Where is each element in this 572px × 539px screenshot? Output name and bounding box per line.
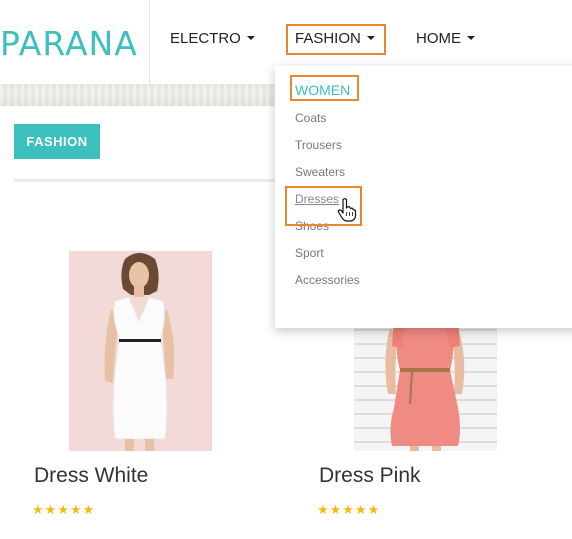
- rating-stars-icon: ★★★★★: [317, 502, 381, 517]
- section-badge: FASHION: [14, 124, 100, 159]
- caret-down-icon: [467, 36, 475, 41]
- highlight-box-women: [290, 75, 359, 101]
- dress-white-illustration: [69, 251, 212, 451]
- highlight-box-fashion: [286, 24, 386, 55]
- nav-electro-label: ELECTRO: [170, 30, 241, 47]
- caret-down-icon: [246, 36, 255, 41]
- site-logo[interactable]: PARANA: [0, 24, 138, 63]
- nav-home-label: HOME: [416, 30, 461, 47]
- fashion-dropdown-menu: WOMEN Coats Trousers Sweaters Dresses Sh…: [275, 66, 572, 328]
- dropdown-item-sport[interactable]: Sport: [295, 246, 324, 260]
- section-divider: [14, 179, 314, 182]
- dropdown-item-trousers[interactable]: Trousers: [295, 138, 342, 152]
- dropdown-item-coats[interactable]: Coats: [295, 111, 326, 125]
- product-title-dress-white[interactable]: Dress White: [34, 464, 148, 488]
- product-title-dress-pink[interactable]: Dress Pink: [319, 464, 421, 488]
- hand-pointer-icon: [337, 198, 357, 222]
- dress-pink-illustration: [354, 318, 497, 451]
- header-divider: [149, 0, 150, 84]
- dropdown-item-sweaters[interactable]: Sweaters: [295, 165, 345, 179]
- nav-electro[interactable]: ELECTRO: [170, 30, 255, 47]
- nav-home[interactable]: HOME: [416, 30, 475, 47]
- rating-stars-icon: ★★★★★: [32, 502, 96, 517]
- product-image-dress-pink[interactable]: [354, 318, 497, 451]
- product-image-dress-white[interactable]: [69, 251, 212, 451]
- dropdown-item-accessories[interactable]: Accessories: [295, 273, 360, 287]
